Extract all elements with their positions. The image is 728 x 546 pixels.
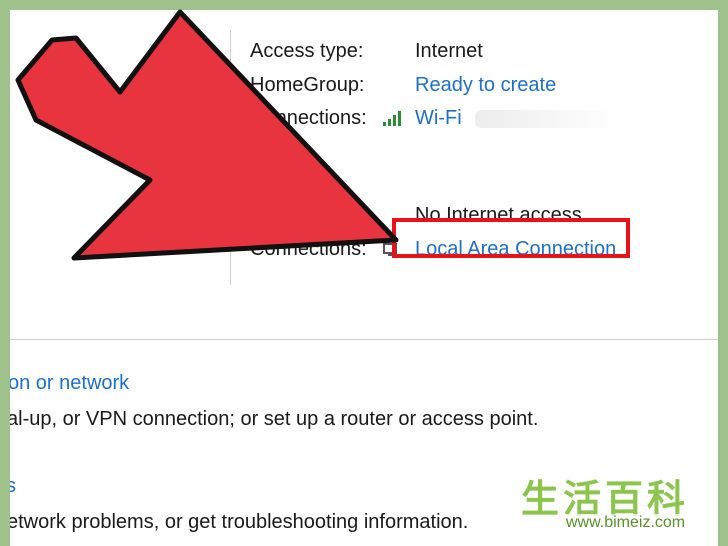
pointer-arrow-icon bbox=[15, 9, 399, 261]
watermark-url: www.bimeiz.com bbox=[560, 514, 692, 532]
